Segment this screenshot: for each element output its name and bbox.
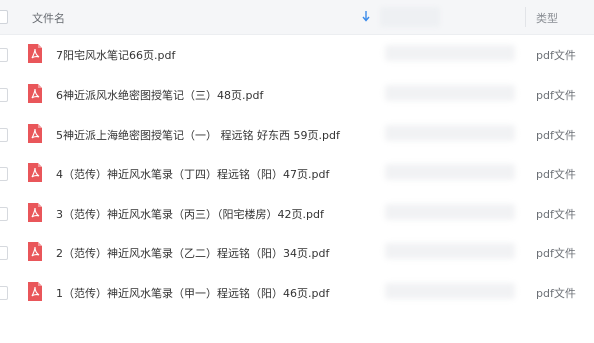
file-type: pdf文件 xyxy=(536,247,576,260)
file-name[interactable]: 4（范传）神近风水笔录（丁四）程远铭（阳）47页.pdf xyxy=(56,166,329,182)
pdf-icon xyxy=(28,163,42,182)
list-header: 文件名 类型 xyxy=(0,0,594,35)
select-all-checkbox[interactable] xyxy=(0,10,8,24)
pdf-icon xyxy=(28,282,42,301)
row-checkbox[interactable] xyxy=(0,167,8,181)
pdf-icon xyxy=(28,44,42,63)
pdf-icon xyxy=(28,84,42,103)
file-name[interactable]: 3（范传）神近风水笔录（丙三）（阳宅楼房）42页.pdf xyxy=(56,206,324,222)
obscured-cell xyxy=(385,164,515,180)
pdf-icon xyxy=(28,124,42,143)
file-row[interactable]: 3（范传）神近风水笔录（丙三）（阳宅楼房）42页.pdf pdf文件 xyxy=(0,193,594,233)
obscured-cell xyxy=(385,204,515,220)
row-checkbox[interactable] xyxy=(0,88,8,102)
file-name[interactable]: 5神近派上海绝密图授笔记（一） 程远铭 好东西 59页.pdf xyxy=(56,127,340,143)
file-row[interactable]: 4（范传）神近风水笔录（丁四）程远铭（阳）47页.pdf pdf文件 xyxy=(0,153,594,193)
row-checkbox[interactable] xyxy=(0,207,8,221)
obscured-cell xyxy=(385,45,515,61)
file-row[interactable]: 7阳宅风水笔记66页.pdf pdf文件 xyxy=(0,34,594,74)
file-row[interactable]: 2（范传）神近风水笔录（乙二）程远铭（阳）34页.pdf pdf文件 xyxy=(0,232,594,272)
file-type: pdf文件 xyxy=(536,168,576,181)
pdf-icon xyxy=(28,203,42,222)
column-divider[interactable] xyxy=(525,7,526,27)
column-header-name[interactable]: 文件名 xyxy=(32,10,65,26)
file-type: pdf文件 xyxy=(536,208,576,221)
obscured-cell xyxy=(385,125,515,141)
file-list: 文件名 类型 7阳宅风水笔记66页.pdf pdf文件 6神近派风水绝密图授笔记（三… xyxy=(0,0,594,343)
file-type: pdf文件 xyxy=(536,49,576,62)
file-name[interactable]: 2（范传）神近风水笔录（乙二）程远铭（阳）34页.pdf xyxy=(56,245,329,261)
obscured-cell xyxy=(385,283,515,299)
file-row[interactable]: 6神近派风水绝密图授笔记（三）48页.pdf pdf文件 xyxy=(0,74,594,114)
obscured-cell xyxy=(385,243,515,259)
file-row[interactable]: 1（范传）神近风水笔录（甲一）程远铭（阳）46页.pdf pdf文件 xyxy=(0,272,594,312)
row-checkbox[interactable] xyxy=(0,48,8,62)
obscured-cell xyxy=(385,85,515,101)
file-name[interactable]: 1（范传）神近风水笔录（甲一）程远铭（阳）46页.pdf xyxy=(56,285,329,301)
file-name[interactable]: 7阳宅风水笔记66页.pdf xyxy=(56,47,175,63)
pdf-icon xyxy=(28,242,42,261)
file-type: pdf文件 xyxy=(536,89,576,102)
arrow-down-icon[interactable] xyxy=(361,9,371,23)
row-checkbox[interactable] xyxy=(0,128,8,142)
file-row[interactable]: 5神近派上海绝密图授笔记（一） 程远铭 好东西 59页.pdf pdf文件 xyxy=(0,114,594,154)
column-header-obscured xyxy=(380,7,440,27)
file-type: pdf文件 xyxy=(536,287,576,300)
row-checkbox[interactable] xyxy=(0,286,8,300)
column-header-type[interactable]: 类型 xyxy=(536,10,558,26)
file-name[interactable]: 6神近派风水绝密图授笔记（三）48页.pdf xyxy=(56,87,263,103)
file-type: pdf文件 xyxy=(536,129,576,142)
row-checkbox[interactable] xyxy=(0,246,8,260)
